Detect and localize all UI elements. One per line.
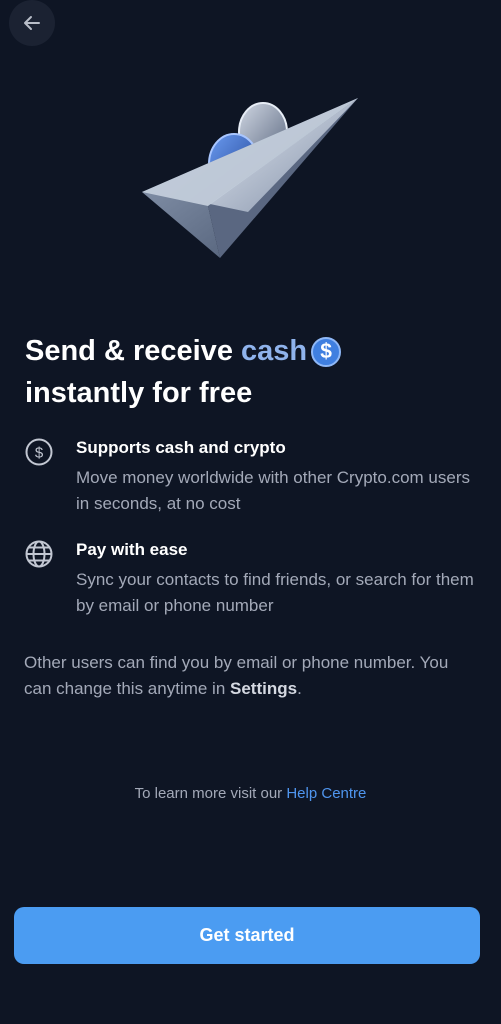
get-started-button[interactable]: Get started xyxy=(14,907,480,964)
help-line: To learn more visit our Help Centre xyxy=(0,785,501,802)
dollar-badge-icon: $ xyxy=(311,337,342,367)
privacy-note: Other users can find you by email or pho… xyxy=(24,650,474,702)
settings-link[interactable]: Settings xyxy=(230,679,297,698)
help-prefix: To learn more visit our xyxy=(134,785,287,802)
globe-icon xyxy=(25,540,53,568)
arrow-left-icon xyxy=(24,16,40,30)
dollar-circle-icon: $ xyxy=(25,438,53,466)
feature-description: Sync your contacts to find friends, or s… xyxy=(76,570,474,615)
headline-part2: instantly for free xyxy=(25,377,253,409)
paper-plane-coins-illustration xyxy=(142,98,358,258)
feature-title: Pay with ease xyxy=(76,540,188,559)
feature-description: Move money worldwide with other Crypto.c… xyxy=(76,468,470,513)
back-button[interactable] xyxy=(9,0,55,46)
feature-title: Supports cash and crypto xyxy=(76,438,286,457)
privacy-note-suffix: . xyxy=(297,679,302,698)
svg-text:$: $ xyxy=(35,445,44,462)
headline-accent: cash xyxy=(241,335,308,367)
headline-part1: Send & receive xyxy=(25,335,233,367)
help-centre-link[interactable]: Help Centre xyxy=(286,785,366,802)
page-title: Send & receive cash $ instantly for free xyxy=(25,330,485,414)
